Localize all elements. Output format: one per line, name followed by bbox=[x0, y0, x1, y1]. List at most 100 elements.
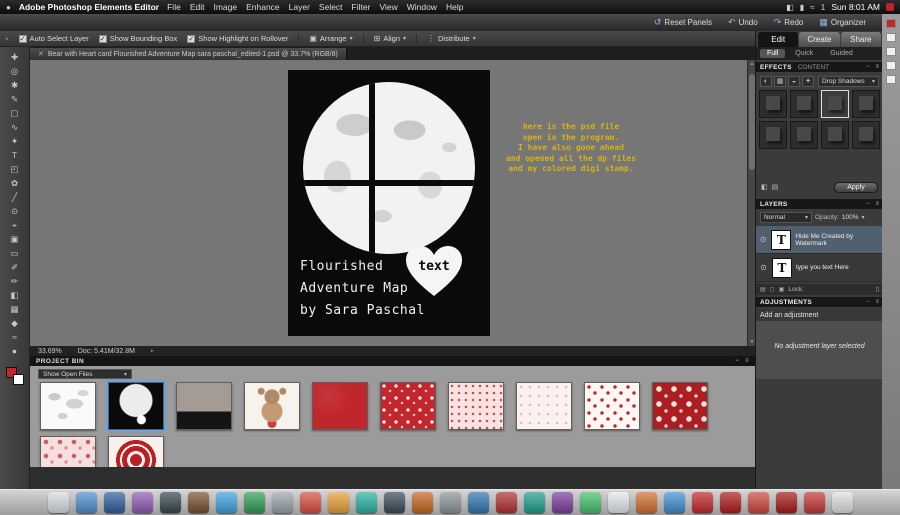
battery-icon[interactable]: ▮ bbox=[800, 3, 804, 12]
status-menu-arrow-icon[interactable]: ▸ bbox=[151, 348, 154, 354]
thumbnail-bear-stamp[interactable] bbox=[244, 382, 300, 430]
dock-icon-2[interactable] bbox=[75, 492, 97, 513]
eye-icon[interactable]: ⊙ bbox=[759, 263, 768, 272]
menu-image[interactable]: Image bbox=[213, 2, 237, 12]
thumbnail-black-card[interactable] bbox=[106, 380, 166, 432]
align-dropdown[interactable]: ⊞ Align ▾ bbox=[362, 34, 406, 43]
menu-filter[interactable]: Filter bbox=[352, 2, 371, 12]
dock-icon-4[interactable] bbox=[131, 492, 153, 513]
opacity-value[interactable]: 100% bbox=[842, 214, 859, 221]
checkbox-show-bounding-box[interactable]: ✓ Show Bounding Box bbox=[98, 34, 177, 43]
dock-icon-20[interactable] bbox=[579, 492, 601, 513]
menu-layer[interactable]: Layer bbox=[289, 2, 310, 12]
thumbnail-red-solid[interactable] bbox=[312, 382, 368, 430]
dock-icon-22[interactable] bbox=[635, 492, 657, 513]
menu-enhance[interactable]: Enhance bbox=[246, 2, 280, 12]
canvas-area[interactable]: Flourished Adventure Map by Sara Paschal t… bbox=[30, 60, 755, 346]
effect-thumbnail-5[interactable] bbox=[759, 121, 787, 149]
red-eye-removal-tool[interactable]: ⊙ bbox=[7, 206, 23, 217]
lock-all-icon[interactable]: ▣ bbox=[779, 286, 785, 293]
thumbnail-world-map[interactable] bbox=[40, 382, 96, 430]
dock-icon-12[interactable] bbox=[355, 492, 377, 513]
dock-icon-19[interactable] bbox=[551, 492, 573, 513]
thumbnail-red-floral[interactable] bbox=[380, 382, 436, 430]
menu-edit[interactable]: Edit bbox=[190, 2, 205, 12]
dock-icon-24[interactable] bbox=[691, 492, 713, 513]
rectangular-marquee-tool[interactable]: ▢ bbox=[7, 108, 23, 119]
paint-bucket-tool[interactable]: ◧ bbox=[7, 290, 23, 301]
straighten-tool[interactable]: ╱ bbox=[7, 192, 23, 203]
collapse-icon[interactable]: − bbox=[866, 299, 870, 305]
organizer-button[interactable]: ▦ Organizer bbox=[819, 17, 866, 28]
display-icon[interactable]: ◧ bbox=[786, 3, 794, 12]
apply-button[interactable]: Apply bbox=[834, 181, 878, 193]
eyedropper-tool[interactable]: ✎ bbox=[7, 94, 23, 105]
collapse-icon[interactable]: − bbox=[866, 201, 870, 207]
thumbnail-gray-card[interactable] bbox=[176, 382, 232, 430]
add-adjustment-label[interactable]: Add an adjustment bbox=[756, 309, 883, 321]
zoom-tool[interactable]: ◎ bbox=[7, 66, 23, 77]
dock-icon-5[interactable] bbox=[159, 492, 181, 513]
thumbnail-view-icon[interactable]: ▤ bbox=[772, 183, 779, 191]
eye-icon[interactable]: ⊙ bbox=[759, 235, 767, 244]
tab-create[interactable]: Create bbox=[799, 32, 840, 47]
thumbnail-pink-floral[interactable] bbox=[40, 436, 96, 467]
apple-menu-icon[interactable]: ● bbox=[6, 3, 11, 12]
collapse-icon[interactable]: − bbox=[735, 358, 739, 364]
subtab-quick[interactable]: Quick bbox=[788, 49, 820, 58]
dock-icon-29[interactable] bbox=[831, 492, 853, 513]
clone-stamp-tool[interactable]: ▣ bbox=[7, 234, 23, 245]
content-tab[interactable]: CONTENT bbox=[798, 64, 829, 71]
hand-tool[interactable]: ✱ bbox=[7, 80, 23, 91]
dock-icon-17[interactable] bbox=[495, 492, 517, 513]
bevel-category-icon[interactable]: ▦ bbox=[774, 75, 786, 87]
delete-layer-icon[interactable]: ▯ bbox=[876, 286, 879, 293]
dock-icon-16[interactable] bbox=[467, 492, 489, 513]
subtab-full[interactable]: Full bbox=[760, 49, 786, 58]
blur-tool[interactable]: ≈ bbox=[7, 332, 23, 343]
dock-icon-21[interactable] bbox=[607, 492, 629, 513]
effect-thumbnail-4[interactable] bbox=[852, 90, 880, 118]
document-tab[interactable]: ✕ Bear with Heart card Flourished Advent… bbox=[30, 48, 347, 60]
dock-icon-15[interactable] bbox=[439, 492, 461, 513]
effect-thumbnail-8[interactable] bbox=[852, 121, 880, 149]
cookie-cutter-tool[interactable]: ✿ bbox=[7, 178, 23, 189]
collapse-icon[interactable]: − bbox=[866, 64, 870, 70]
document-card[interactable]: Flourished Adventure Map by Sara Paschal t… bbox=[288, 70, 490, 336]
effects-type-dropdown[interactable]: Drop Shadows ▾ bbox=[818, 75, 879, 87]
desktop-file-icon[interactable] bbox=[886, 33, 896, 42]
arrange-dropdown[interactable]: ▣ Arrange ▾ bbox=[298, 34, 353, 43]
effect-thumbnail-3[interactable] bbox=[821, 90, 849, 118]
show-open-files-dropdown[interactable]: Show Open Files ▾ bbox=[38, 369, 132, 379]
undo-button[interactable]: ↶ Undo bbox=[728, 17, 758, 28]
desktop-file-icon[interactable] bbox=[886, 47, 896, 56]
panel-menu-icon[interactable]: ≡ bbox=[875, 64, 879, 70]
menu-select[interactable]: Select bbox=[319, 2, 343, 12]
menu-window[interactable]: Window bbox=[407, 2, 437, 12]
effect-thumbnail-6[interactable] bbox=[790, 121, 818, 149]
smart-brush-tool[interactable]: ✏ bbox=[7, 276, 23, 287]
panel-menu-icon[interactable]: ≡ bbox=[745, 358, 749, 364]
distribute-dropdown[interactable]: ⋮ Distribute ▾ bbox=[416, 34, 476, 43]
tab-share[interactable]: Share bbox=[840, 32, 881, 47]
thumbnail-red-medallion[interactable] bbox=[108, 436, 164, 467]
reset-panels-button[interactable]: ↺ Reset Panels bbox=[654, 17, 712, 28]
redo-button[interactable]: ↷ Redo bbox=[774, 17, 804, 28]
desktop-file-icon[interactable] bbox=[886, 75, 896, 84]
menu-clock[interactable]: Sun 8:01 AM bbox=[831, 2, 880, 12]
layer-row[interactable]: ⊙ Ttype you text Here bbox=[756, 254, 883, 282]
dock-icon-18[interactable] bbox=[523, 492, 545, 513]
effect-thumbnail-1[interactable] bbox=[759, 90, 787, 118]
favorites-icon[interactable]: ◧ bbox=[761, 183, 768, 191]
wifi-icon[interactable]: ≈ bbox=[810, 3, 814, 12]
link-layers-icon[interactable]: ▤ bbox=[760, 286, 766, 293]
panel-menu-icon[interactable]: ≡ bbox=[875, 299, 879, 305]
thumbnail-pink-dots[interactable] bbox=[448, 382, 504, 430]
desktop-file-icon[interactable] bbox=[886, 61, 896, 70]
healing-brush-tool[interactable]: ⌖ bbox=[7, 220, 23, 231]
drop-shadow-category-icon[interactable]: ◐ bbox=[760, 75, 772, 87]
dock-icon-11[interactable] bbox=[327, 492, 349, 513]
menu-file[interactable]: File bbox=[167, 2, 181, 12]
dock-icon-1[interactable] bbox=[47, 492, 69, 513]
panel-menu-icon[interactable]: ≡ bbox=[875, 201, 879, 207]
